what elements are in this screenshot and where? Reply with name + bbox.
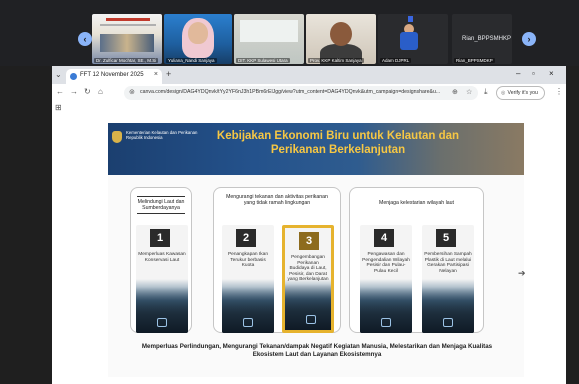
close-window-icon[interactable]: × (549, 69, 554, 78)
panel-header: Mengurangi tekanan dan aktivitas perikan… (226, 194, 328, 206)
canva-favicon-icon (70, 73, 77, 80)
tab-bar: ⌄ FFT 12 November 2025 × + – ▫ × (52, 66, 566, 84)
bookmark-bar: ⊞ (52, 102, 566, 115)
participant-tile[interactable]: Rian_BPPSMHKP Rian_BPPSMDKP (452, 14, 512, 64)
card-badge-icon (243, 318, 253, 327)
active-tab[interactable]: FFT 12 November 2025 × (66, 69, 162, 84)
card-text: Pengawasan dan Pengendalian Wilayah Pesi… (362, 252, 410, 274)
slide-footer: Memperluas Perlindungan, Mengurangi Teka… (141, 343, 493, 358)
policy-card: 5 Pembersihan Sampah Plastik di Laut mel… (422, 225, 474, 333)
browser-toolbar: ← → ↻ ⌂ ⊚ canva.com/design/DAG4YDQnvk/tY… (52, 84, 566, 102)
policy-card: 4 Pengawasan dan Pengendalian Wilayah Pe… (360, 225, 412, 333)
bookmark-star-icon[interactable]: ☆ (466, 88, 472, 96)
bookmark-icon (408, 16, 413, 22)
shared-slide-line (100, 24, 156, 26)
participant-name: Rian_BPPSMDKP (454, 58, 495, 63)
address-bar[interactable]: ⊚ canva.com/design/DAG4YDQnvk/tYy2YF6nJ3… (124, 86, 478, 100)
participant-strip: ‹ Dr. Zulficar Mochtar, SE., M.Si Yulian… (0, 0, 579, 66)
menu-icon[interactable]: ⋮ (555, 87, 563, 96)
participant-face (188, 22, 208, 44)
card-badge-icon (381, 318, 391, 327)
spotlight-label: Rian_BPPSMHKP (462, 36, 512, 42)
card-number: 5 (436, 229, 456, 247)
browser-window: ⌄ FFT 12 November 2025 × + – ▫ × ← → ↻ ⌂… (52, 66, 566, 384)
participant-video (240, 20, 298, 42)
ministry-name: Kementerian Kelautan dan Perikanan Repub… (126, 130, 198, 140)
card-text: Memperluas Kawasan Konservasi Laut (138, 252, 186, 263)
policy-card: 2 Penangkapan Ikan Terukur berbasis Kuot… (222, 225, 274, 333)
close-tab-icon[interactable]: × (154, 71, 158, 78)
card-text: Penangkapan Ikan Terukur berbasis Kuota (227, 252, 268, 269)
site-info-icon[interactable]: ⊚ (129, 88, 135, 96)
tab-search-icon[interactable]: ⌄ (55, 70, 62, 79)
new-tab-icon[interactable]: + (166, 69, 171, 79)
participant-name: DIT. KKP Sulawesi Utara (236, 58, 290, 63)
panel-header: Melindungi Laut dan Sumberdayanya (137, 196, 185, 214)
participant-name: Prov. KKP Kaltim Sanjaya (308, 58, 364, 63)
participant-name: Adam DJPRL (380, 58, 412, 63)
participant-tile[interactable]: Dr. Zulficar Mochtar, SE., M.Si (92, 14, 162, 64)
zoom-icon[interactable]: ⊕ (452, 88, 458, 96)
card-number: 3 (299, 232, 319, 250)
download-icon[interactable]: ⤓ (484, 87, 488, 97)
minimize-icon[interactable]: – (516, 69, 520, 78)
card-badge-icon (157, 318, 167, 327)
policy-card-highlighted: 3 Pengembangan Perikanan Budidaya di Lau… (282, 225, 334, 333)
verify-identity-button[interactable]: ◎ Verify it's you (496, 86, 545, 100)
policy-card: 1 Memperluas Kawasan Konservasi Laut (136, 225, 188, 333)
prev-participants-button[interactable]: ‹ (78, 32, 92, 46)
card-badge-icon (306, 315, 316, 324)
card-number: 2 (236, 229, 256, 247)
profile-icon: ◎ (501, 90, 506, 96)
ministry-logo-icon (112, 131, 122, 143)
participant-tile[interactable]: Yuliana_Nandi Sanjaya (164, 14, 232, 64)
shared-slide-image (100, 34, 154, 52)
participant-tile[interactable]: DIT. KKP Sulawesi Utara (234, 14, 304, 64)
next-participants-button[interactable]: › (522, 32, 536, 46)
back-icon[interactable]: ← (56, 87, 64, 96)
policy-panel: Mengurangi tekanan dan aktivitas perikan… (213, 187, 341, 333)
avatar-body (400, 32, 418, 50)
slide-banner: Kementerian Kelautan dan Perikanan Repub… (108, 123, 524, 175)
participant-face (330, 22, 352, 46)
participant-tile[interactable]: Prov. KKP Kaltim Sanjaya (306, 14, 376, 64)
canva-viewer: Kementerian Kelautan dan Perikanan Repub… (52, 115, 566, 384)
card-text: Pembersihan Sampah Plastik di Laut melal… (424, 252, 472, 274)
card-text: Pengembangan Perikanan Budidaya di Laut,… (287, 255, 329, 283)
next-slide-arrow-icon[interactable]: ➔ (518, 268, 526, 279)
policy-panel: Menjaga kelestarian wilayah laut 4 Penga… (349, 187, 484, 333)
panel-header: Menjaga kelestarian wilayah laut (379, 200, 454, 206)
forward-icon[interactable]: → (70, 87, 78, 96)
card-badge-icon (443, 318, 453, 327)
home-icon[interactable]: ⌂ (98, 87, 103, 96)
tab-title: FFT 12 November 2025 (80, 72, 144, 78)
participant-name: Yuliana_Nandi Sanjaya (166, 58, 217, 63)
maximize-icon[interactable]: ▫ (532, 69, 535, 78)
slide-title: Kebijakan Ekonomi Biru untuk Kelautan da… (216, 130, 460, 156)
url-text: canva.com/design/DAG4YDQnvk/tYy2YF6nJ3h1… (140, 89, 441, 95)
card-number: 4 (374, 229, 394, 247)
reload-icon[interactable]: ↻ (84, 87, 91, 96)
participant-name: Dr. Zulficar Mochtar, SE., M.Si (94, 58, 159, 63)
shared-slide-header (106, 18, 150, 21)
verify-label: Verify it's you (507, 90, 538, 96)
policy-panel: Melindungi Laut dan Sumberdayanya 1 Memp… (130, 187, 192, 333)
card-number: 1 (150, 229, 170, 247)
participant-tile[interactable]: Adam DJPRL (378, 14, 448, 64)
apps-grid-icon[interactable]: ⊞ (55, 103, 62, 112)
presentation-slide: Kementerian Kelautan dan Perikanan Repub… (108, 123, 524, 377)
